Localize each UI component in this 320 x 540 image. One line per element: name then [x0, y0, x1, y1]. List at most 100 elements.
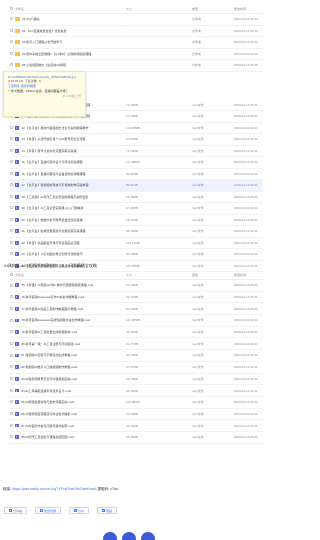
file-name-cell[interactable]: 17.【全平台】短视频剪辑技巧与特效制作实操教程	[15, 183, 126, 187]
file-name-cell[interactable]: 02.【CC直播免费合集】合集免费	[15, 28, 126, 33]
file-name[interactable]: 05.小说视频推文【全自动AI剪辑】	[22, 63, 68, 67]
file-name-cell[interactable]: 20.【全平台】数据分析与账号复盘优化实操课	[15, 218, 126, 222]
table-row[interactable]: 83.AI短视频账号定位与内容规划实操.mp4 44.70MB mp4文件 2023-…	[10, 374, 263, 386]
table-row[interactable]: 14.【抖音】账号冷启动与流量获取实操课 74.93MB mp4文件 2023-04-…	[10, 146, 263, 157]
file-name-cell[interactable]: 23.【全平台】小红书图文笔记创作与涨粉技巧	[15, 252, 126, 256]
header-time[interactable]: 修改时间	[234, 7, 263, 11]
table-row[interactable]: 80.新手第一课：AI工具注册与环境搭建.mp4 21.77MB mp4文件 2023…	[10, 338, 263, 351]
file-name-cell[interactable]: 78.新手使用deepseek完成短视频文案创作教程.mp4	[15, 318, 126, 322]
file-name[interactable]: 04.软件系统全套教程1【从0到1】达到精通级别课程	[22, 52, 91, 56]
file-name[interactable]: 78.新手使用deepseek完成短视频文案创作教程.mp4	[21, 318, 90, 322]
header-name[interactable]: 文件名	[15, 7, 126, 11]
file-name-cell[interactable]: 19.【全平台】AI工具全套实操课-从入门到精通	[15, 206, 126, 210]
table-row[interactable]: 86.AI短视频变现路径与商业模式解析.mp4 51.03MB mp4文件 2023-…	[10, 409, 263, 421]
file-name[interactable]: 85.AI视频批量剪辑与发布流程实操.mp4	[21, 400, 74, 404]
file-name[interactable]: 12.【全平台】爆款内容选题方法论与案例拆解教学	[21, 126, 88, 130]
table-row[interactable]: 18.【工具箱】AI写作工具全套使用教程与案例合集 62.76MB mp4文件 202…	[10, 192, 263, 203]
file-name[interactable]: 20.【全平台】数据分析与账号复盘优化实操课	[21, 218, 82, 222]
table-row[interactable]: 05.小说视频推文【全自动AI剪辑】 - 文件夹 2023-04-12 09:10	[10, 60, 263, 72]
file-name[interactable]: 01.CC广播站	[22, 17, 40, 21]
favorite-button[interactable]: 收藏	[97, 507, 117, 514]
table-row[interactable]: 12.【全平台】爆款内容选题方法论与案例拆解教学 113.35MB mp4文件 202…	[10, 123, 263, 134]
table-row[interactable]: 76.新手使用deepseek写作AI文案详细教程.mp4 93.27MB mp4文…	[10, 292, 263, 304]
file-name[interactable]: 80.新手第一课：AI工具注册与环境搭建.mp4	[21, 342, 80, 346]
file-name[interactable]: 88.AI创作工具合集与课程总结回顾.mp4	[21, 435, 74, 439]
file-name[interactable]: 13.【抖音】从零开始打造个人IP账号定位全流程	[21, 137, 85, 141]
table-row[interactable]: 85.AI视频批量剪辑与发布流程实操.mp4 102.38MB mp4文件 2023-…	[10, 397, 263, 409]
file-name[interactable]: 16.【全平台】直播间搭建与设备选购全攻略课程	[21, 172, 85, 176]
file-name[interactable]: 23.【全平台】小红书图文笔记创作与涨粉技巧	[21, 252, 82, 256]
table-row[interactable]: 16.【全平台】直播间搭建与设备选购全攻略课程 99.82MB mp4文件 2023-…	[10, 169, 263, 180]
table-row[interactable]: 88.AI创作工具合集与课程总结回顾.mp4 35.65MB mp4文件 2023-0…	[10, 432, 263, 444]
file-name[interactable]: 14.【抖音】账号冷启动与流量获取实操课	[21, 149, 76, 153]
share-post-button[interactable]: 分享帖	[4, 507, 27, 514]
table-row[interactable]: 81.短视频AI配音与字幕自动生成教程.mp4 46.12MB mp4文件 2023-…	[10, 350, 263, 362]
file-name[interactable]: 77.新手使用AI绘画工具制作精美图片教程.mp4	[21, 307, 83, 311]
table-row[interactable]: 78.新手使用deepseek完成短视频文案创作教程.mp4 141.38MB mp…	[10, 315, 263, 327]
table-row[interactable]: 03.新手入门课程从零开始学习 - 文件夹 2023-04-12 09:10	[10, 37, 263, 49]
share-circle-icon[interactable]	[141, 532, 155, 540]
header-size[interactable]: 大小	[126, 273, 192, 277]
file-name-cell[interactable]: 12.【全平台】爆款内容选题方法论与案例拆解教学	[15, 126, 126, 130]
file-name-cell[interactable]: 14.【抖音】账号冷启动与流量获取实操课	[15, 149, 126, 153]
file-name[interactable]: 02.【CC直播免费合集】合集免费	[22, 29, 67, 33]
file-name[interactable]: 17.【全平台】短视频剪辑技巧与特效制作实操教程	[21, 183, 88, 187]
file-name-cell[interactable]: 13.【抖音】从零开始打造个人IP账号定位全流程	[15, 137, 126, 141]
file-name[interactable]: 19.【全平台】AI工具全套实操课-从入门到精通	[21, 206, 83, 210]
file-name-cell[interactable]: 18.【工具箱】AI写作工具全套使用教程与案例合集	[15, 195, 126, 199]
send-group-button[interactable]: 发送到群	[35, 507, 61, 514]
share-button[interactable]: 分享	[69, 507, 89, 514]
file-name-cell[interactable]: 01.CC广播站	[15, 17, 126, 21]
table-row[interactable]: 87.AI内容创作常见问题与避坑指南.mp4 42.11MB mp4文件 2023-0…	[10, 420, 263, 432]
file-name[interactable]: 81.短视频AI配音与字幕自动生成教程.mp4	[21, 353, 77, 357]
file-name-cell[interactable]: 16.【全平台】直播间搭建与设备选购全攻略课程	[15, 172, 126, 176]
table-row[interactable]: 23.【全平台】小红书图文笔记创作与涨粉技巧 35.48MB mp4文件 2023-0…	[10, 249, 263, 261]
header-size[interactable]: 大小	[126, 7, 192, 11]
file-name-cell[interactable]: 22.【抖音】商品橱窗开通与带货选品全流程	[15, 241, 126, 245]
favorite-icon[interactable]	[122, 532, 136, 540]
table-row[interactable]: 84.AI工具辅助直播带货话术设计.mp4 62.15MB mp4文件 2023-04…	[10, 385, 263, 397]
table-row[interactable]: 21.【全平台】私域流量搭建与社群运营实操课程 58.29MB mp4文件 2023-…	[10, 226, 263, 238]
file-name[interactable]: 87.AI内容创作常见问题与避坑指南.mp4	[21, 424, 74, 428]
file-name[interactable]: 75.【新课】AI视频从0到1-制作高质量短视频课程.mp4	[21, 283, 93, 287]
file-name-cell[interactable]: 05.小说视频推文【全自动AI剪辑】	[15, 63, 126, 67]
table-row[interactable]: 19.【全平台】AI工具全套实操课-从入门到精通 47.40MB mp4文件 2023…	[10, 203, 263, 215]
table-row[interactable]: 04.软件系统全套教程1【从0到1】达到精通级别课程 - 文件夹 2023-04-12…	[10, 49, 263, 60]
file-name[interactable]: 82.短视频AI数字人口播视频制作教程.mp4	[21, 365, 77, 369]
file-name-cell[interactable]: 84.AI工具辅助直播带货话术设计.mp4	[15, 389, 126, 393]
header-type[interactable]: 类型	[192, 7, 234, 11]
file-name-cell[interactable]: 77.新手使用AI绘画工具制作精美图片教程.mp4	[15, 307, 126, 311]
table-row[interactable]: 75.【新课】AI视频从0到1-制作高质量短视频课程.mp4 19.78MB mp4…	[10, 280, 263, 292]
file-name[interactable]: 22.【抖音】商品橱窗开通与带货选品全流程	[21, 241, 79, 245]
file-name[interactable]: 86.AI短视频变现路径与商业模式解析.mp4	[21, 412, 77, 416]
file-name[interactable]: 21.【全平台】私域流量搭建与社群运营实操课程	[21, 229, 85, 233]
header-time[interactable]: 修改时间	[234, 273, 263, 277]
file-name[interactable]: 18.【工具箱】AI写作工具全套使用教程与案例合集	[21, 195, 88, 199]
header-type[interactable]: 类型	[192, 273, 234, 277]
table-row[interactable]: 79.新手使用AI工具批量生成视频素材.mp4 52.45MB mp4文件 2023-…	[10, 327, 263, 339]
header-name[interactable]: 文件名	[15, 273, 126, 277]
file-name-cell[interactable]: 83.AI短视频账号定位与内容规划实操.mp4	[15, 377, 126, 381]
file-name[interactable]: 15.【全平台】直播间话术设计与转化实操课程	[21, 160, 82, 164]
table-row[interactable]: 82.短视频AI数字人口播视频制作教程.mp4 37.57MB mp4文件 2023-…	[10, 362, 263, 374]
table-row[interactable]: 77.新手使用AI绘画工具制作精美图片教程.mp4 84.64MB mp4文件 202…	[10, 303, 263, 316]
file-name[interactable]: 84.AI工具辅助直播带货话术设计.mp4	[21, 389, 71, 393]
table-row[interactable]: 13.【抖音】从零开始打造个人IP账号定位全流程 55.84MB mp4文件 2023…	[10, 134, 263, 146]
table-row[interactable]: 20.【全平台】数据分析与账号复盘优化实操课 73.37MB mp4文件 2023-0…	[10, 215, 263, 226]
share-link-url[interactable]: https://pan.baidu.com/s/1cgTYFvkOheKBsOs…	[12, 487, 96, 491]
file-name-cell[interactable]: 75.【新课】AI视频从0到1-制作高质量短视频课程.mp4	[15, 283, 126, 287]
file-name-cell[interactable]: 21.【全平台】私域流量搭建与社群运营实操课程	[15, 229, 126, 233]
file-name-cell[interactable]: 03.新手入门课程从零开始学习	[15, 40, 126, 44]
table-row[interactable]: 15.【全平台】直播间话术设计与转化实操课程 141.88MB mp4文件 2023-…	[10, 157, 263, 169]
file-name-cell[interactable]: 15.【全平台】直播间话术设计与转化实操课程	[15, 160, 126, 164]
file-name-cell[interactable]: 87.AI内容创作常见问题与避坑指南.mp4	[15, 424, 126, 428]
file-name-cell[interactable]: 88.AI创作工具合集与课程总结回顾.mp4	[15, 435, 126, 439]
file-name-cell[interactable]: 85.AI视频批量剪辑与发布流程实操.mp4	[15, 400, 126, 404]
table-row[interactable]: 22.【抖音】商品橱窗开通与带货选品全流程 141.11MB mp4文件 2023-0…	[10, 238, 263, 249]
file-name-cell[interactable]: 04.软件系统全套教程1【从0到1】达到精通级别课程	[15, 51, 126, 56]
file-name-cell[interactable]: 79.新手使用AI工具批量生成视频素材.mp4	[15, 330, 126, 334]
file-name[interactable]: 83.AI短视频账号定位与内容规划实操.mp4	[21, 377, 77, 381]
file-name-cell[interactable]: 82.短视频AI数字人口播视频制作教程.mp4	[15, 365, 126, 369]
table-row[interactable]: 17.【全平台】短视频剪辑技巧与特效制作实操教程 88.51MB mp4文件 2023…	[10, 180, 263, 192]
like-icon[interactable]	[103, 532, 117, 540]
